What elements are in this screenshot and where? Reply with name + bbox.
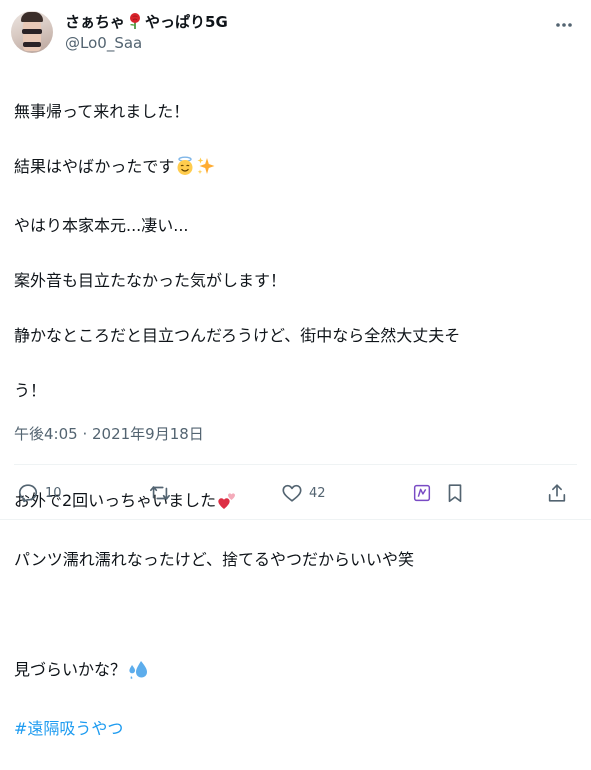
avatar[interactable] [11, 11, 53, 53]
heart-icon [282, 484, 302, 502]
like-count: 42 [309, 485, 326, 501]
grok-button[interactable] [411, 478, 433, 508]
action-bar: 10 42 [0, 478, 591, 508]
tweet-line-9: パンツ濡れ濡れなったけど、捨てるやつだからいいや笑 [14, 549, 415, 569]
tweet-line-4: 案外音も目立たなかった気がします！ [14, 270, 287, 290]
smiling-face-with-halo-icon [175, 156, 195, 185]
tweet-timestamp[interactable]: 午後4:05 · 2021年9月18日 [14, 424, 204, 444]
sweat-droplets-icon [127, 659, 149, 688]
tweet-line-10 [14, 601, 574, 629]
share-icon [548, 484, 566, 502]
more-icon [556, 23, 572, 27]
more-options-button[interactable] [547, 10, 581, 40]
reply-count: 10 [45, 485, 62, 501]
tweet-line-11: 見づらいかな？ [14, 656, 574, 688]
author-handle[interactable]: @Lo0_Saa [65, 33, 142, 53]
tweet-text: 無事帰って来れました！ 結果はやばかったです やはり本家本元...凄い... 案… [14, 70, 574, 770]
display-name-suffix: やっぱり5G [145, 13, 228, 31]
display-name-prefix: さぁちゃ [65, 13, 126, 31]
tweet-line-3: やはり本家本元...凄い... [14, 215, 189, 235]
bookmark-icon [448, 484, 462, 503]
hashtag-link[interactable]: #遠隔吸うやつ [14, 719, 123, 738]
like-button[interactable]: 42 [281, 478, 326, 508]
tweet-line-6: う！ [14, 380, 47, 400]
retweet-button[interactable] [148, 478, 178, 508]
tweet-line-5: 静かなところだと目立つんだろうけど、街中なら全然大丈夫そ [14, 325, 461, 345]
rose-icon [127, 12, 143, 35]
bookmark-button[interactable] [444, 478, 466, 508]
share-button[interactable] [546, 478, 568, 508]
tweet-card: さぁちゃ やっぱり5G @Lo0_Saa 無事帰って来れました！ 結果はやばかった… [0, 0, 591, 738]
reply-button[interactable]: 10 [17, 478, 62, 508]
sparkles-icon [196, 156, 216, 185]
tweet-line-2: 結果はやばかったです [14, 153, 574, 185]
retweet-icon [150, 486, 170, 500]
reply-icon [18, 484, 38, 503]
author-display-name[interactable]: さぁちゃ やっぱり5G [65, 12, 228, 35]
divider [14, 464, 577, 465]
purple-sparkle-icon [413, 484, 431, 502]
tweet-line-1: 無事帰って来れました！ [14, 101, 190, 121]
hashtag-line: #遠隔吸うやつ [14, 715, 574, 743]
